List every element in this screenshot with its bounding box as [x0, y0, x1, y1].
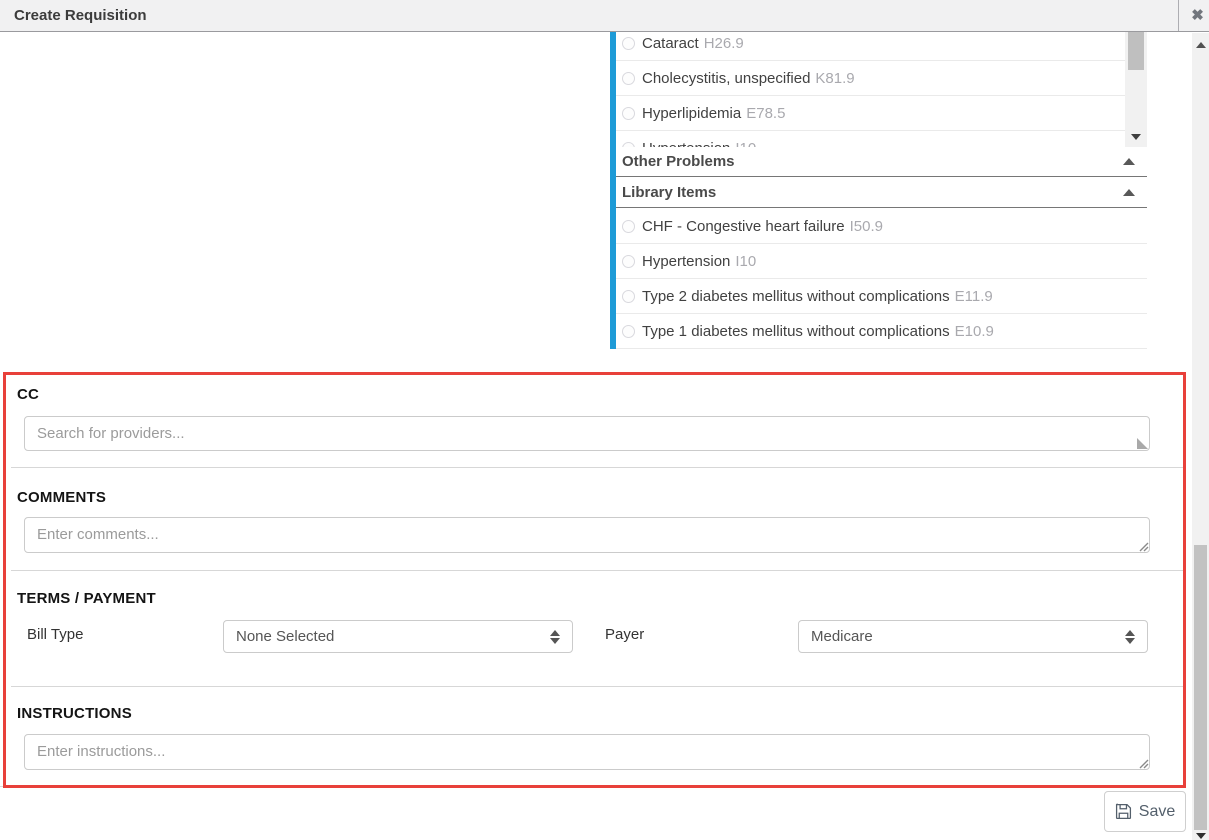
diagnosis-panel: Cataract H26.9 Cholecystitis, unspecifie… — [610, 32, 1147, 349]
scroll-up-icon[interactable] — [1196, 42, 1206, 48]
scroll-down-icon[interactable] — [1131, 134, 1141, 140]
collapse-up-icon[interactable] — [1123, 189, 1135, 196]
radio-icon[interactable] — [622, 290, 635, 303]
list-scrollbar-thumb[interactable] — [1128, 32, 1144, 70]
list-item[interactable]: Cholecystitis, unspecified K81.9 — [616, 61, 1125, 96]
list-item[interactable]: Type 2 diabetes mellitus without complic… — [616, 279, 1147, 314]
comments-textarea[interactable] — [24, 517, 1150, 553]
section-other-problems[interactable]: Other Problems — [616, 147, 1147, 177]
list-item[interactable]: Hypertension I10 — [616, 244, 1147, 279]
modal-header: Create Requisition ✖ — [0, 0, 1209, 32]
cc-search-input[interactable] — [24, 416, 1150, 451]
header-divider — [1178, 0, 1179, 31]
problem-name: Cataract — [642, 35, 699, 52]
bill-type-label: Bill Type — [27, 626, 83, 643]
list-item[interactable]: Hyperlipidemia E78.5 — [616, 96, 1125, 131]
radio-icon[interactable] — [622, 255, 635, 268]
bill-type-value: None Selected — [236, 628, 334, 645]
cc-label: CC — [17, 386, 39, 403]
bill-type-select[interactable]: None Selected — [223, 620, 573, 653]
close-icon[interactable]: ✖ — [1186, 0, 1209, 31]
scroll-down-icon[interactable] — [1196, 833, 1206, 839]
library-items-list: CHF - Congestive heart failure I50.9 Hyp… — [616, 209, 1147, 349]
problem-code: I10 — [735, 253, 756, 270]
problem-code: I50.9 — [850, 218, 883, 235]
save-label: Save — [1139, 803, 1175, 821]
list-item[interactable]: Hypertension I10 — [616, 131, 1125, 147]
radio-icon[interactable] — [622, 72, 635, 85]
radio-icon[interactable] — [622, 37, 635, 50]
list-item[interactable]: Type 1 diabetes mellitus without complic… — [616, 314, 1147, 349]
page-scrollbar[interactable] — [1192, 33, 1209, 840]
instructions-field-wrap — [24, 734, 1150, 770]
problem-code: I10 — [735, 140, 756, 148]
section-divider — [11, 686, 1183, 687]
select-arrows-icon — [1125, 630, 1135, 644]
select-arrows-icon — [550, 630, 560, 644]
list-item[interactable]: Cataract H26.9 — [616, 32, 1125, 61]
radio-icon[interactable] — [622, 325, 635, 338]
problem-code: H26.9 — [704, 35, 744, 52]
problem-name: Type 1 diabetes mellitus without complic… — [642, 323, 950, 340]
problem-name: Type 2 diabetes mellitus without complic… — [642, 288, 950, 305]
page-scrollbar-thumb[interactable] — [1194, 545, 1207, 830]
problem-code: E78.5 — [746, 105, 785, 122]
page-title: Create Requisition — [14, 0, 147, 31]
requisition-form-highlight: CC COMMENTS TERMS / PAYMENT Bill Type No… — [3, 372, 1186, 788]
problems-list: Cataract H26.9 Cholecystitis, unspecifie… — [616, 32, 1125, 147]
problem-name: CHF - Congestive heart failure — [642, 218, 845, 235]
problem-code: E11.9 — [955, 288, 993, 305]
list-scrollbar[interactable] — [1125, 32, 1147, 147]
payer-label: Payer — [605, 626, 644, 643]
section-label: Library Items — [622, 184, 716, 201]
save-floppy-icon — [1115, 803, 1132, 820]
cc-field-wrap — [24, 416, 1150, 451]
instructions-label: INSTRUCTIONS — [17, 705, 132, 722]
radio-icon[interactable] — [622, 220, 635, 233]
problem-name: Hypertension — [642, 253, 730, 270]
problem-name: Cholecystitis, unspecified — [642, 70, 810, 87]
terms-payment-label: TERMS / PAYMENT — [17, 590, 156, 607]
section-library-items[interactable]: Library Items — [616, 178, 1147, 208]
save-button[interactable]: Save — [1104, 791, 1186, 832]
collapse-up-icon[interactable] — [1123, 158, 1135, 165]
instructions-textarea[interactable] — [24, 734, 1150, 770]
payer-value: Medicare — [811, 628, 873, 645]
section-label: Other Problems — [622, 153, 735, 170]
comments-label: COMMENTS — [17, 489, 106, 506]
problem-code: E10.9 — [955, 323, 994, 340]
problem-code: K81.9 — [815, 70, 854, 87]
problem-name: Hyperlipidemia — [642, 105, 741, 122]
comments-field-wrap — [24, 517, 1150, 553]
section-divider — [11, 570, 1183, 571]
section-divider — [11, 467, 1183, 468]
list-item[interactable]: CHF - Congestive heart failure I50.9 — [616, 209, 1147, 244]
radio-icon[interactable] — [622, 107, 635, 120]
payer-select[interactable]: Medicare — [798, 620, 1148, 653]
problem-name: Hypertension — [642, 140, 730, 148]
